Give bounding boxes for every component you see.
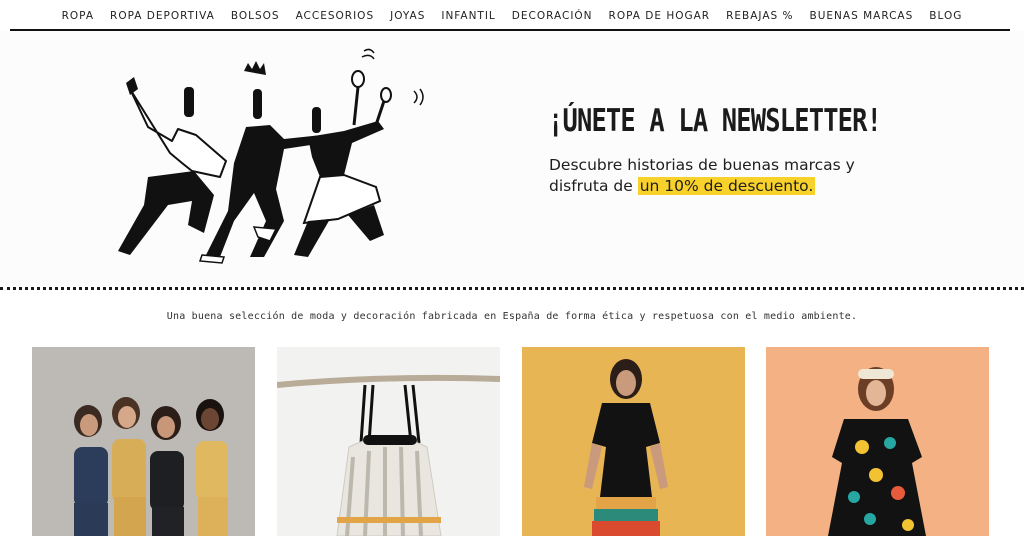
newsletter-text-prefix: disfruta de	[549, 177, 638, 195]
featured-products	[32, 347, 992, 536]
nav-item-blog[interactable]: BLOG	[921, 10, 970, 22]
group-of-women-photo	[32, 347, 255, 536]
nav-item-ropa-deportiva[interactable]: ROPA DEPORTIVA	[102, 10, 223, 22]
nav-item-ropa-de-hogar[interactable]: ROPA DE HOGAR	[601, 10, 719, 22]
nav-item-ropa[interactable]: ROPA	[54, 10, 102, 22]
dotted-divider	[0, 287, 1024, 290]
nav-list: ROPA ROPA DEPORTIVA BOLSOS ACCESORIOS JO…	[0, 0, 1024, 22]
black-dress-photo	[522, 347, 745, 536]
newsletter-text-line1: Descubre historias de buenas marcas y	[549, 156, 855, 174]
product-card-backpack[interactable]	[277, 347, 500, 536]
nav-item-decoracion[interactable]: DECORACIÓN	[504, 10, 601, 22]
printed-dress-photo	[766, 347, 989, 536]
nav-item-rebajas[interactable]: REBAJAS %	[718, 10, 801, 22]
dancing-figures-illustration	[118, 48, 424, 264]
newsletter-title: ¡ÚNETE A LA NEWSLETTER!	[548, 103, 882, 139]
product-card-printed-dress[interactable]	[766, 347, 989, 536]
newsletter-description: Descubre historias de buenas marcas y di…	[549, 155, 909, 197]
backpack-photo	[277, 347, 500, 536]
nav-item-infantil[interactable]: INFANTIL	[433, 10, 503, 22]
site-tagline: Una buena selección de moda y decoración…	[166, 311, 858, 322]
nav-item-joyas[interactable]: JOYAS	[382, 10, 433, 22]
product-card-black-dress[interactable]	[522, 347, 745, 536]
discount-highlight: un 10% de descuento.	[637, 177, 816, 195]
main-nav: ROPA ROPA DEPORTIVA BOLSOS ACCESORIOS JO…	[0, 0, 1024, 32]
nav-item-buenas-marcas[interactable]: BUENAS MARCAS	[802, 10, 922, 22]
nav-item-accesorios[interactable]: ACCESORIOS	[288, 10, 383, 22]
newsletter-banner[interactable]: ¡ÚNETE A LA NEWSLETTER! Descubre histori…	[0, 31, 1024, 286]
nav-item-bolsos[interactable]: BOLSOS	[223, 10, 288, 22]
product-card-women-group[interactable]	[32, 347, 255, 536]
